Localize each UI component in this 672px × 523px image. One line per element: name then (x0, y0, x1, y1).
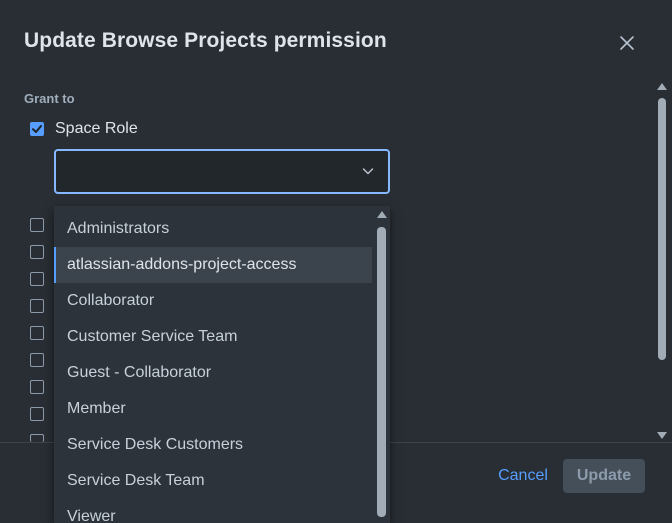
grant-option-checkbox[interactable] (30, 407, 44, 421)
update-button[interactable]: Update (563, 459, 645, 493)
grant-option-checkbox[interactable] (30, 272, 44, 286)
cancel-button[interactable]: Cancel (492, 459, 554, 493)
dropdown-scrollbar[interactable] (374, 206, 388, 523)
menu-item[interactable]: Guest - Collaborator (54, 355, 372, 391)
scrollbar-thumb[interactable] (658, 98, 666, 360)
menu-item[interactable]: atlassian-addons-project-access (54, 247, 372, 283)
grant-option-checkbox[interactable] (30, 299, 44, 313)
scrollbar-thumb[interactable] (377, 227, 386, 517)
menu-item[interactable]: Service Desk Customers (54, 427, 372, 463)
menu-item[interactable]: Viewer (54, 499, 372, 523)
grant-to-label: Grant to (24, 91, 75, 106)
grant-option-checkbox[interactable] (30, 218, 44, 232)
scroll-up-arrow-icon[interactable] (375, 208, 389, 220)
grant-option-checkbox[interactable] (30, 245, 44, 259)
space-role-dropdown-menu: Administrators atlassian-addons-project-… (54, 206, 390, 523)
grant-option-checkbox[interactable] (30, 353, 44, 367)
space-role-select[interactable] (54, 149, 390, 194)
space-role-label: Space Role (55, 120, 138, 137)
space-role-checkbox[interactable] (30, 122, 44, 136)
close-icon (620, 36, 634, 50)
dialog-scrollbar[interactable] (655, 80, 669, 442)
grant-option-checkbox[interactable] (30, 434, 44, 442)
menu-item[interactable]: Customer Service Team (54, 319, 372, 355)
grant-option-checkbox[interactable] (30, 380, 44, 394)
menu-item[interactable]: Administrators (54, 211, 372, 247)
menu-item[interactable]: Collaborator (54, 283, 372, 319)
dialog-title: Update Browse Projects permission (24, 29, 387, 52)
menu-item[interactable]: Member (54, 391, 372, 427)
check-icon (31, 124, 42, 133)
close-button[interactable] (614, 30, 640, 56)
grant-option-checkbox[interactable] (30, 326, 44, 340)
scroll-up-arrow-icon[interactable] (655, 80, 669, 92)
menu-item[interactable]: Service Desk Team (54, 463, 372, 499)
chevron-down-icon (362, 168, 374, 175)
scroll-down-arrow-icon[interactable] (655, 430, 669, 442)
